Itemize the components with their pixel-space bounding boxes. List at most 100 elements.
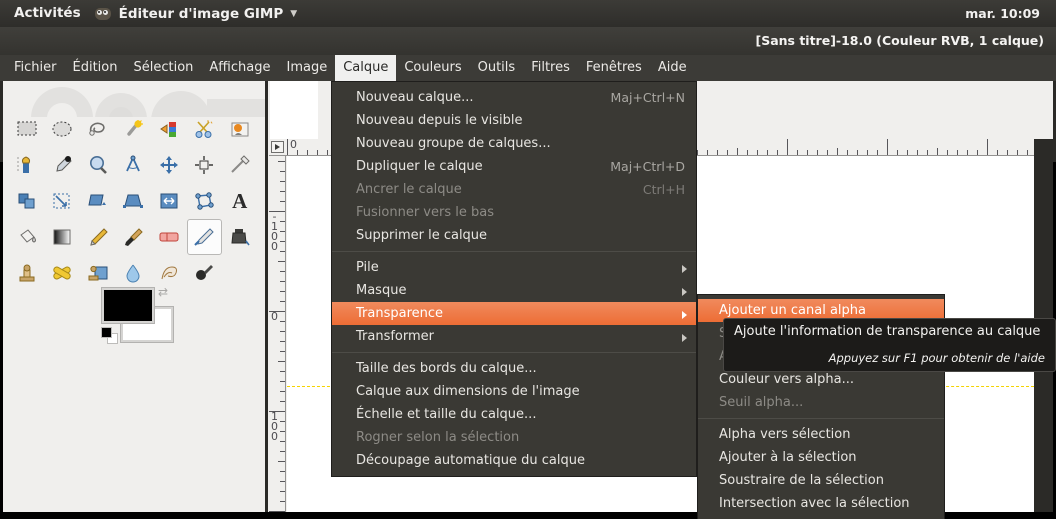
flip-icon[interactable]: [151, 183, 187, 219]
ruler-tick: [280, 351, 285, 352]
cage-transform-icon[interactable]: [187, 183, 223, 219]
menu-item-supprimer-le-calque[interactable]: Supprimer le calque: [332, 224, 696, 247]
rectangle-select-icon[interactable]: [9, 111, 45, 147]
menu-item-dupliquer-le-calque[interactable]: Dupliquer le calque Maj+Ctrl+D: [332, 155, 696, 178]
unified-transform-icon[interactable]: [45, 183, 81, 219]
airbrush-icon[interactable]: [186, 219, 222, 255]
menu-item-label: Nouveau groupe de calques...: [356, 136, 551, 151]
ink-icon[interactable]: [222, 219, 258, 255]
window-left-border: [0, 162, 3, 519]
menu-separator: [698, 418, 944, 419]
menu-item-label: Ajouter un canal alpha: [719, 303, 866, 318]
menubar-item-aide[interactable]: Aide: [650, 55, 695, 81]
menubar-item-outils[interactable]: Outils: [470, 55, 524, 81]
menu-item-masque[interactable]: Masque: [332, 279, 696, 302]
perspective-clone-icon[interactable]: [80, 255, 116, 291]
tooltip-main-text: Ajoute l'information de transparence au …: [734, 324, 1041, 339]
paintbrush-icon[interactable]: [116, 219, 152, 255]
text-icon[interactable]: A: [222, 183, 258, 219]
quick-access-menu-button[interactable]: [269, 139, 287, 156]
menu-item-soustraire-de-la-s-lection[interactable]: Soustraire de la sélection: [698, 469, 944, 492]
dodge-burn-icon[interactable]: [187, 255, 223, 291]
menu-arrow-icon[interactable]: [271, 141, 284, 153]
menubar-item-fentres[interactable]: Fenêtres: [578, 55, 650, 81]
menu-item-nouveau-depuis-le-visible[interactable]: Nouveau depuis le visible: [332, 109, 696, 132]
menu-item-label: Supprimer le calque: [356, 228, 488, 243]
app-menu-button[interactable]: Éditeur d'image GIMP ▼: [94, 6, 297, 22]
menu-item-intersection-avec-la-s-lection[interactable]: Intersection avec la sélection: [698, 492, 944, 515]
free-select-icon[interactable]: [80, 111, 116, 147]
gradient-icon[interactable]: [45, 219, 81, 255]
menu-item-pile[interactable]: Pile: [332, 256, 696, 279]
menu-item-calque-aux-dimensions-de-l-image[interactable]: Calque aux dimensions de l'image: [332, 380, 696, 403]
ruler-tick: [827, 150, 828, 155]
clock-label[interactable]: mar. 10:09: [965, 0, 1040, 27]
menubar-item-dition[interactable]: Édition: [65, 55, 126, 81]
menubar-item-filtres[interactable]: Filtres: [523, 55, 578, 81]
eraser-icon[interactable]: [151, 219, 187, 255]
menubar-item-fichier[interactable]: Fichier: [6, 55, 65, 81]
reset-colors-icon[interactable]: [101, 327, 119, 344]
move-icon[interactable]: [151, 147, 187, 183]
ruler-tick: [280, 431, 285, 432]
ellipse-select-icon[interactable]: [45, 111, 81, 147]
menu-item-seuil-alpha: Seuil alpha...: [698, 391, 944, 414]
menu-item-taille-des-bords-du-calque[interactable]: Taille des bords du calque...: [332, 357, 696, 380]
bucket-fill-icon[interactable]: [9, 219, 45, 255]
rotate-icon[interactable]: [80, 183, 116, 219]
ruler-tick: [280, 401, 285, 402]
swap-colors-icon[interactable]: ⇄: [158, 285, 172, 299]
foreground-color-swatch[interactable]: [101, 287, 155, 324]
menu-item-label: Intersection avec la sélection: [719, 496, 910, 511]
menu-item-label: Nouveau calque...: [356, 90, 474, 105]
menu-item-label: Échelle et taille du calque...: [356, 407, 537, 422]
menu-item-nouveau-calque[interactable]: Nouveau calque... Maj+Ctrl+N: [332, 86, 696, 109]
ruler-tick: [280, 331, 285, 332]
warp-transform-icon[interactable]: [222, 147, 258, 183]
ruler-tick: [317, 150, 318, 155]
measure-icon[interactable]: [116, 147, 152, 183]
menubar-item-calque[interactable]: Calque: [335, 55, 397, 81]
menu-item-alpha-vers-s-lection[interactable]: Alpha vers sélection: [698, 423, 944, 446]
menu-item-label: Calque aux dimensions de l'image: [356, 384, 580, 399]
menu-item-chelle-et-taille-du-calque[interactable]: Échelle et taille du calque...: [332, 403, 696, 426]
fuzzy-select-icon[interactable]: [116, 111, 152, 147]
foreground-select-icon[interactable]: [222, 111, 258, 147]
menubar-item-slection[interactable]: Sélection: [125, 55, 201, 81]
crop-icon[interactable]: [9, 183, 45, 219]
ruler-tick: [280, 491, 285, 492]
healing-icon[interactable]: [45, 255, 81, 291]
ruler-tick: [1027, 150, 1028, 155]
scissors-select-icon[interactable]: [187, 111, 223, 147]
alignment-icon[interactable]: [187, 147, 223, 183]
ruler-tick: [927, 150, 928, 155]
menubar-item-couleurs[interactable]: Couleurs: [396, 55, 469, 81]
select-by-color-icon[interactable]: [151, 111, 187, 147]
menu-item-transparence[interactable]: Transparence: [332, 302, 696, 325]
ruler-tick: [917, 150, 918, 155]
zoom-icon[interactable]: [80, 147, 116, 183]
ruler-tick: [280, 251, 285, 252]
pencil-icon[interactable]: [80, 219, 116, 255]
menu-item-ajouter-la-s-lection[interactable]: Ajouter à la sélection: [698, 446, 944, 469]
menu-item-transformer[interactable]: Transformer: [332, 325, 696, 348]
menu-item-label: Ajouter à la sélection: [719, 450, 857, 465]
vertical-ruler[interactable]: - 1 0 001 0 02: [269, 156, 286, 516]
menu-item-label: Alpha vers sélection: [719, 427, 851, 442]
paths-icon[interactable]: [9, 147, 45, 183]
activities-button[interactable]: Activités: [0, 0, 94, 27]
menubar-item-image[interactable]: Image: [278, 55, 335, 81]
blur-sharpen-icon[interactable]: [116, 255, 152, 291]
menu-item-d-coupage-automatique-du-calque[interactable]: Découpage automatique du calque: [332, 449, 696, 472]
ruler-tick: [280, 481, 285, 482]
ruler-label: 1 0 0: [271, 410, 278, 443]
submenu-arrow-icon: [682, 311, 687, 319]
color-picker-icon[interactable]: [45, 147, 81, 183]
ruler-tick: [767, 150, 768, 155]
clone-icon[interactable]: [9, 255, 45, 291]
menubar-item-affichage[interactable]: Affichage: [201, 55, 278, 81]
ruler-tick: [287, 139, 288, 155]
perspective-icon[interactable]: [116, 183, 152, 219]
menu-item-nouveau-groupe-de-calques[interactable]: Nouveau groupe de calques...: [332, 132, 696, 155]
menu-item-label: Soustraire de la sélection: [719, 473, 884, 488]
